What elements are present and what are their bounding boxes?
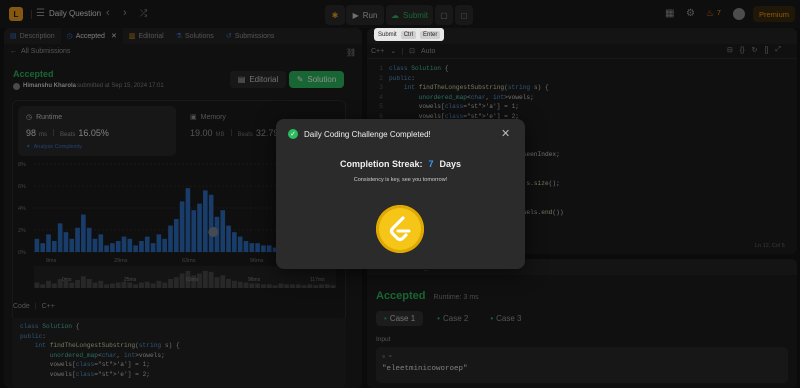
modal-title: Daily Coding Challenge Completed! — [304, 129, 431, 139]
streak-value: 7 — [428, 159, 434, 169]
modal-message: Consistency is key, see you tomorrow! — [353, 177, 448, 183]
check-circle-icon: ✓ — [288, 129, 298, 139]
coin-logo-icon — [389, 216, 411, 242]
daily-challenge-modal: ✓ Daily Coding Challenge Completed! ✕ Co… — [276, 119, 525, 269]
close-icon[interactable]: ✕ — [501, 127, 510, 140]
shortcut-key-enter: Enter — [420, 30, 441, 39]
streak-label: Completion Streak: — [339, 159, 423, 169]
shortcut-key-ctrl: Ctrl — [400, 30, 417, 39]
streak-unit: Days — [439, 159, 462, 169]
tooltip-label: Submit — [378, 31, 397, 38]
leetcode-coin-icon — [376, 205, 424, 253]
streak-line: Completion Streak: 7 Days — [276, 159, 525, 169]
modal-header: ✓ Daily Coding Challenge Completed! — [288, 129, 431, 139]
submit-shortcut-tooltip: Submit Ctrl Enter — [374, 28, 445, 41]
